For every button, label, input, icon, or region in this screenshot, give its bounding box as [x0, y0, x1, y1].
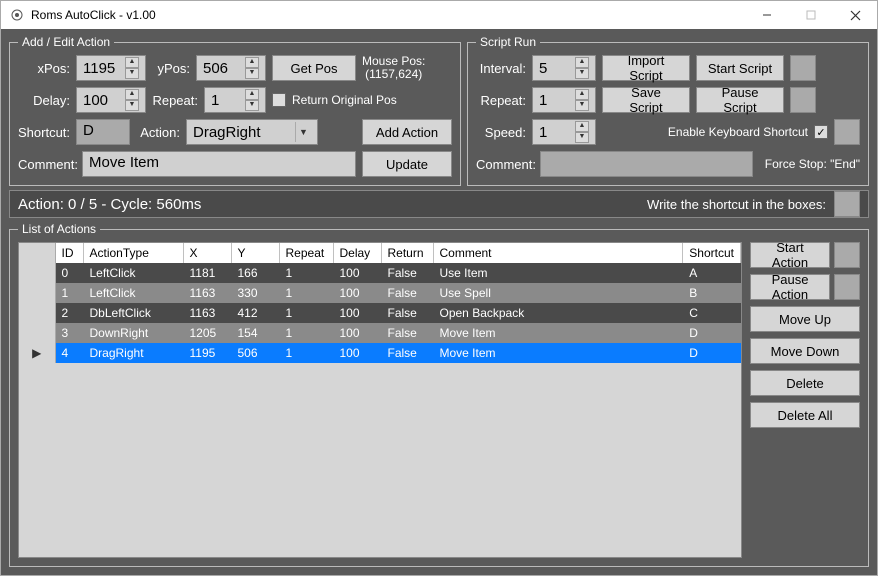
ypos-label: yPos:: [152, 61, 190, 76]
shortcut-hint: Write the shortcut in the boxes:: [647, 197, 826, 212]
table-row-selected: ▶4DragRight11955061100FalseMove ItemD: [19, 343, 741, 363]
table-row: 1LeftClick11633301100FalseUse SpellB: [19, 283, 741, 303]
delete-all-button[interactable]: Delete All: [750, 402, 860, 428]
enable-kb-label: Enable Keyboard Shortcut: [668, 125, 808, 139]
update-button[interactable]: Update: [362, 151, 452, 177]
titlebar: Roms AutoClick - v1.00: [1, 1, 877, 29]
close-button[interactable]: [833, 1, 877, 29]
delay-up[interactable]: ▲: [125, 89, 139, 100]
col-repeat[interactable]: Repeat: [279, 243, 333, 263]
get-pos-button[interactable]: Get Pos: [272, 55, 356, 81]
import-script-button[interactable]: Import Script: [602, 55, 690, 81]
maximize-button[interactable]: [789, 1, 833, 29]
grid-header: ID ActionType X Y Repeat Delay Return Co…: [19, 243, 741, 263]
delay-label: Delay:: [18, 93, 70, 108]
return-original-label: Return Original Pos: [292, 93, 397, 107]
script-run-panel: Script Run Interval: 5 ▲▼ Import Script …: [467, 35, 869, 186]
list-legend: List of Actions: [18, 222, 100, 236]
comment-input[interactable]: Move Item: [82, 151, 356, 177]
ypos-input[interactable]: 506 ▲▼: [196, 55, 266, 81]
speed-label: Speed:: [476, 125, 526, 140]
srepeat-down[interactable]: ▼: [575, 100, 589, 111]
add-action-button[interactable]: Add Action: [362, 119, 452, 145]
start-script-button[interactable]: Start Script: [696, 55, 784, 81]
col-id[interactable]: ID: [55, 243, 83, 263]
col-comment[interactable]: Comment: [433, 243, 683, 263]
col-return[interactable]: Return: [381, 243, 433, 263]
pause-action-status: [834, 274, 860, 300]
col-x[interactable]: X: [183, 243, 231, 263]
xpos-down[interactable]: ▼: [125, 68, 139, 79]
repeat-up[interactable]: ▲: [245, 89, 259, 100]
interval-label: Interval:: [476, 61, 526, 76]
start-script-status: [790, 55, 816, 81]
shortcut-box[interactable]: [834, 191, 860, 217]
script-comment-input[interactable]: [540, 151, 753, 177]
delete-button[interactable]: Delete: [750, 370, 860, 396]
window-title: Roms AutoClick - v1.00: [31, 8, 745, 22]
chevron-down-icon: ▼: [295, 122, 311, 142]
speed-up[interactable]: ▲: [575, 121, 589, 132]
speed-down[interactable]: ▼: [575, 132, 589, 143]
shortcut-input[interactable]: D: [76, 119, 130, 145]
status-text: Action: 0 / 5 - Cycle: 560ms: [18, 196, 201, 213]
kb-status: [834, 119, 860, 145]
pause-script-button[interactable]: Pause Script: [696, 87, 784, 113]
comment-label: Comment:: [18, 157, 76, 172]
col-delay[interactable]: Delay: [333, 243, 381, 263]
srepeat-up[interactable]: ▲: [575, 89, 589, 100]
delay-down[interactable]: ▼: [125, 100, 139, 111]
ypos-down[interactable]: ▼: [245, 68, 259, 79]
pause-action-button[interactable]: Pause Action: [750, 274, 830, 300]
table-row: 2DbLeftClick11634121100FalseOpen Backpac…: [19, 303, 741, 323]
xpos-up[interactable]: ▲: [125, 57, 139, 68]
force-stop-label: Force Stop: "End": [765, 157, 860, 171]
shortcut-label: Shortcut:: [18, 125, 70, 140]
pause-script-status: [790, 87, 816, 113]
add-edit-panel: Add / Edit Action xPos: 1195 ▲▼ yPos: 50…: [9, 35, 461, 186]
minimize-button[interactable]: [745, 1, 789, 29]
repeat-input[interactable]: 1 ▲▼: [204, 87, 266, 113]
status-bar: Action: 0 / 5 - Cycle: 560ms Write the s…: [9, 190, 869, 218]
col-y[interactable]: Y: [231, 243, 279, 263]
repeat-down[interactable]: ▼: [245, 100, 259, 111]
return-original-checkbox[interactable]: [272, 93, 286, 107]
script-repeat-input[interactable]: 1 ▲▼: [532, 87, 596, 113]
side-buttons: Start Action Pause Action Move Up Move D…: [750, 242, 860, 558]
col-type[interactable]: ActionType: [83, 243, 183, 263]
move-up-button[interactable]: Move Up: [750, 306, 860, 332]
script-run-legend: Script Run: [476, 35, 540, 49]
move-down-button[interactable]: Move Down: [750, 338, 860, 364]
ypos-up[interactable]: ▲: [245, 57, 259, 68]
repeat-label: Repeat:: [152, 93, 198, 108]
enable-kb-checkbox[interactable]: ✓: [814, 125, 828, 139]
script-comment-label: Comment:: [476, 157, 534, 172]
action-label: Action:: [136, 125, 180, 140]
table-row: 0LeftClick11811661100FalseUse ItemA: [19, 263, 741, 283]
action-combo[interactable]: DragRight ▼: [186, 119, 318, 145]
interval-down[interactable]: ▼: [575, 68, 589, 79]
start-action-button[interactable]: Start Action: [750, 242, 830, 268]
speed-input[interactable]: 1 ▲▼: [532, 119, 596, 145]
list-panel: List of Actions ID ActionType X Y Repeat: [9, 222, 869, 567]
interval-up[interactable]: ▲: [575, 57, 589, 68]
xpos-label: xPos:: [18, 61, 70, 76]
actions-grid[interactable]: ID ActionType X Y Repeat Delay Return Co…: [18, 242, 742, 558]
start-action-status: [834, 242, 860, 268]
row-pointer-icon: ▶: [19, 343, 55, 363]
app-icon: [9, 7, 25, 23]
script-repeat-label: Repeat:: [476, 93, 526, 108]
table-row: 3DownRight12051541100FalseMove ItemD: [19, 323, 741, 343]
delay-input[interactable]: 100 ▲▼: [76, 87, 146, 113]
mouse-pos: Mouse Pos: (1157,624): [362, 55, 425, 81]
add-edit-legend: Add / Edit Action: [18, 35, 114, 49]
interval-input[interactable]: 5 ▲▼: [532, 55, 596, 81]
col-shortcut[interactable]: Shortcut: [683, 243, 741, 263]
xpos-input[interactable]: 1195 ▲▼: [76, 55, 146, 81]
app-window: Roms AutoClick - v1.00 Add / Edit Action…: [0, 0, 878, 576]
save-script-button[interactable]: Save Script: [602, 87, 690, 113]
